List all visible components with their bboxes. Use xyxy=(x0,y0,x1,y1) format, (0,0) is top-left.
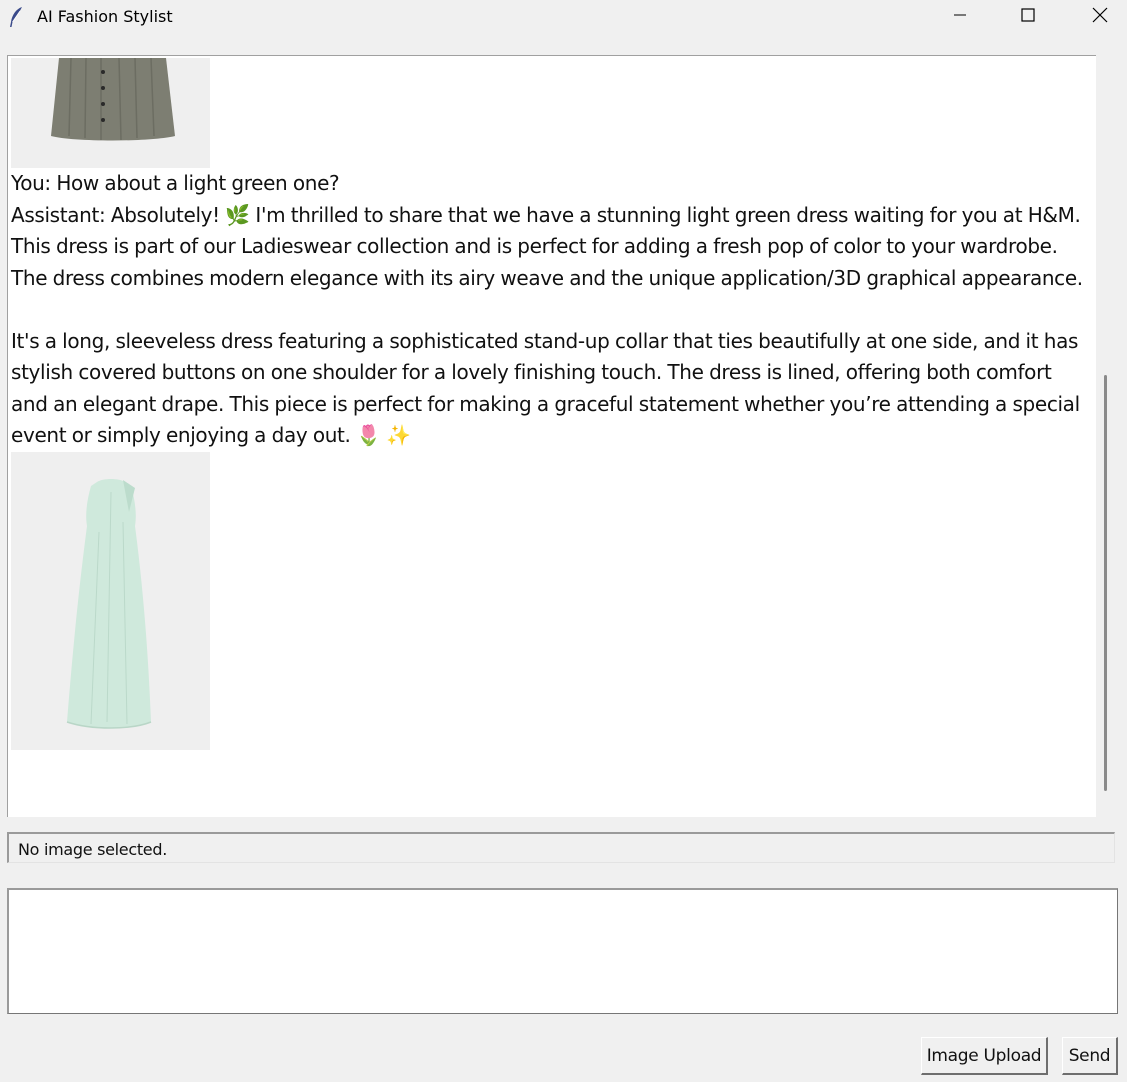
dress-image xyxy=(11,451,210,750)
close-icon xyxy=(1091,6,1109,28)
title-bar: AI Fashion Stylist xyxy=(0,0,1127,34)
close-button[interactable] xyxy=(1077,0,1123,34)
scrollbar-thumb[interactable] xyxy=(1104,375,1107,791)
chat-content: You: How about a light green one? Assist… xyxy=(11,56,1091,750)
feather-icon xyxy=(8,6,24,28)
maximize-icon xyxy=(1020,7,1036,27)
minimize-icon xyxy=(952,7,968,27)
assistant-message: Assistant: Absolutely! 🌿 I'm thrilled to… xyxy=(11,202,1083,290)
image-upload-button[interactable]: Image Upload xyxy=(921,1037,1048,1075)
user-message: You: How about a light green one? xyxy=(11,171,340,195)
chat-scrollbar[interactable] xyxy=(1096,55,1116,817)
skirt-image xyxy=(11,57,210,168)
assistant-message-continued: It's a long, sleeveless dress featuring … xyxy=(11,328,1080,448)
minimize-button[interactable] xyxy=(937,0,983,34)
window-title: AI Fashion Stylist xyxy=(37,7,173,26)
status-text: No image selected. xyxy=(18,840,167,859)
app-window: AI Fashion Stylist You: How about a ligh… xyxy=(0,0,1127,1082)
message-input[interactable] xyxy=(7,888,1118,1014)
maximize-button[interactable] xyxy=(1005,0,1051,34)
send-button[interactable]: Send xyxy=(1062,1037,1118,1075)
chat-log[interactable]: You: How about a light green one? Assist… xyxy=(7,55,1096,817)
status-field: No image selected. xyxy=(7,832,1115,863)
